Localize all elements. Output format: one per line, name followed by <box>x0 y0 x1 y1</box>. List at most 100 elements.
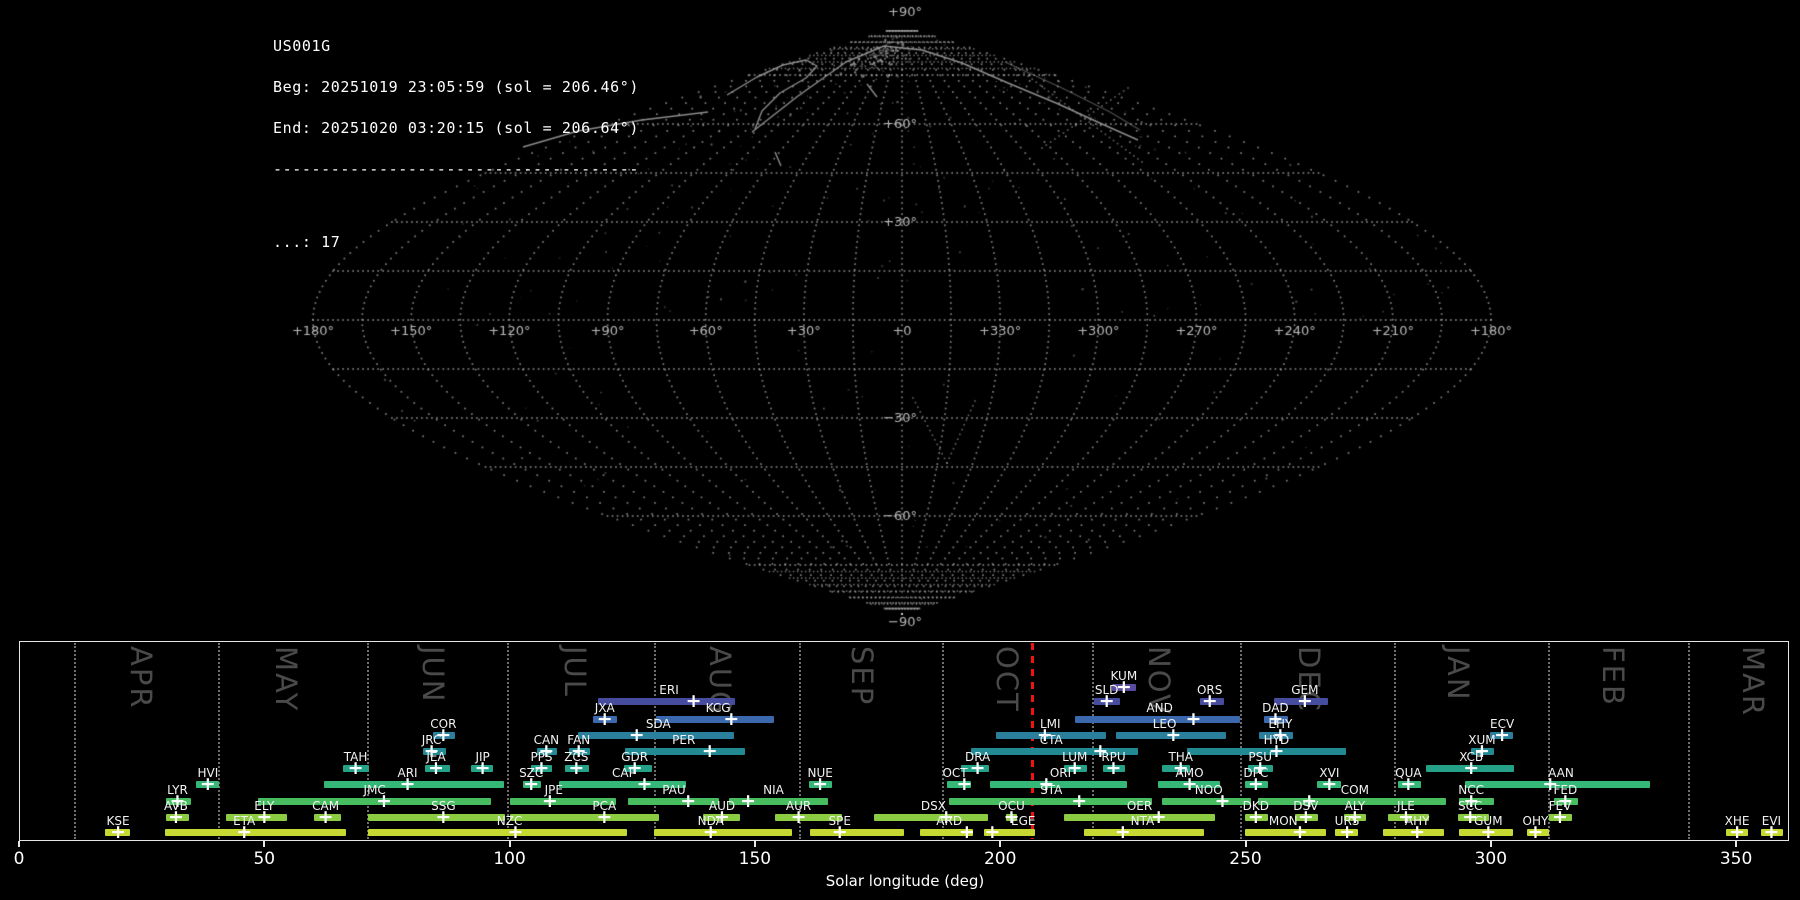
shower-bar-SPE <box>809 829 905 836</box>
x-tick-mark <box>753 841 756 847</box>
shower-label-OCU: OCU <box>998 799 1025 813</box>
shower-label-KSE: KSE <box>106 814 130 828</box>
month-label-may: MAY <box>268 646 303 713</box>
shower-label-OER: OER <box>1126 799 1153 813</box>
observation-header: US001G Beg: 20251019 23:05:59 (sol = 206… <box>273 13 639 276</box>
separator-line: -------------------------------------- <box>273 159 639 178</box>
shower-label-URS: URS <box>1334 814 1360 828</box>
shower-bar-NDA <box>653 829 793 836</box>
month-boundary-line <box>366 643 369 839</box>
shower-label-TAH: TAH <box>343 750 368 764</box>
shower-bar-MON <box>1244 829 1326 836</box>
month-boundary-line <box>507 643 510 839</box>
shower-label-AVB: AVB <box>164 799 188 813</box>
shower-label-NTA: NTA <box>1130 814 1155 828</box>
shower-label-GDR: GDR <box>621 750 649 764</box>
shower-label-CAP: CAP <box>611 766 636 780</box>
shower-label-ORS: ORS <box>1196 683 1223 697</box>
shower-label-NZC: NZC <box>496 814 523 828</box>
shower-label-FEV: FEV <box>1548 799 1572 813</box>
month-boundary-line <box>74 643 77 839</box>
month-label-apr: APR <box>124 646 159 710</box>
shower-label-AND: AND <box>1146 701 1173 715</box>
shower-label-AMO: AMO <box>1175 766 1204 780</box>
shower-label-OCT: OCT <box>942 766 968 780</box>
shower-label-ETA: ETA <box>233 814 256 828</box>
shower-label-KCG: KCG <box>705 701 731 715</box>
shower-label-AUD: AUD <box>708 799 736 813</box>
shower-label-EVI: EVI <box>1761 814 1782 828</box>
month-label-jul: JUL <box>558 646 593 698</box>
shower-label-JMC: JMC <box>363 783 386 797</box>
x-axis-title: Solar longitude (deg) <box>825 872 985 890</box>
shower-label-NDA: NDA <box>697 814 724 828</box>
begin-time: Beg: 20251019 23:05:59 (sol = 206.46°) <box>273 77 639 96</box>
shower-label-AAN: AAN <box>1548 766 1574 780</box>
month-label-jan: JAN <box>1441 646 1476 702</box>
shower-label-SCC: SCC <box>1458 799 1483 813</box>
month-label-jun: JUN <box>416 646 450 704</box>
meteor-observation-figure: US001G Beg: 20251019 23:05:59 (sol = 206… <box>0 0 1800 900</box>
shower-bar-NZC <box>368 829 627 836</box>
shower-label-SZC: SZC <box>519 766 544 780</box>
shower-label-LEO: LEO <box>1152 717 1177 731</box>
x-tick-label: 0 <box>13 849 25 869</box>
shower-label-XVI: XVI <box>1319 766 1340 780</box>
month-boundary-line <box>1688 643 1691 839</box>
shower-label-JRC: JRC <box>421 733 442 747</box>
shower-label-COR: COR <box>430 717 457 731</box>
shower-label-JLE: JLE <box>1397 799 1415 813</box>
x-tick-label: 250 <box>1229 849 1262 869</box>
shower-label-OHY: OHY <box>1522 814 1549 828</box>
shower-label-FAN: FAN <box>567 733 591 747</box>
shower-label-AHY: AHY <box>1404 814 1430 828</box>
end-time: End: 20251020 03:20:15 (sol = 206.64°) <box>273 118 639 137</box>
shower-label-DPC: DPC <box>1243 766 1269 780</box>
shower-label-HYD: HYD <box>1263 733 1290 747</box>
shower-label-PSU: PSU <box>1248 750 1273 764</box>
shower-label-ECV: ECV <box>1489 717 1515 731</box>
shower-label-JPE: JPE <box>544 783 563 797</box>
x-tick-mark <box>18 841 20 847</box>
month-label-oct: OCT <box>990 646 1024 713</box>
x-tick-label: 150 <box>738 849 772 869</box>
shower-label-NOO: NOO <box>1194 783 1223 797</box>
shower-label-FED: FED <box>1553 783 1578 797</box>
shower-label-STA: STA <box>1040 783 1063 797</box>
shower-label-THA: THA <box>1168 750 1194 764</box>
shower-label-LMI: LMI <box>1039 717 1061 731</box>
shower-label-SPE: SPE <box>828 814 851 828</box>
shower-label-EGE: EGE <box>1011 814 1036 828</box>
shower-label-ERI: ERI <box>659 683 679 697</box>
shower-label-HVI: HVI <box>197 766 219 780</box>
shower-label-ARI: ARI <box>397 766 418 780</box>
month-label-feb: FEB <box>1595 646 1630 707</box>
shower-label-JXA: JXA <box>594 701 615 715</box>
shower-label-PCA: PCA <box>592 799 617 813</box>
x-tick-label: 350 <box>1719 849 1753 869</box>
shower-label-SSG: SSG <box>431 799 456 813</box>
shower-label-NIA: NIA <box>763 783 784 797</box>
shower-label-KUM: KUM <box>1110 669 1138 683</box>
x-tick-label: 300 <box>1474 849 1508 869</box>
shower-label-NUE: NUE <box>807 766 833 780</box>
shower-label-NCC: NCC <box>1458 783 1485 797</box>
x-tick-label: 50 <box>253 849 276 869</box>
month-label-sep: SEP <box>845 646 880 707</box>
sky-map-canvas <box>0 0 1800 640</box>
x-tick-label: 100 <box>493 849 526 869</box>
shower-label-PAU: PAU <box>662 783 686 797</box>
shower-label-DSX: DSX <box>920 799 946 813</box>
shower-label-AUR: AUR <box>785 799 812 813</box>
shower-label-LYR: LYR <box>167 783 188 797</box>
shower-label-COM: COM <box>1340 783 1369 797</box>
shower-label-DRA: DRA <box>964 750 991 764</box>
station-id: US001G <box>273 37 331 56</box>
shower-label-MON: MON <box>1268 814 1298 828</box>
shower-label-ORI: ORI <box>1049 766 1072 780</box>
shower-label-XCB: XCB <box>1459 750 1484 764</box>
shower-label-CTA: CTA <box>1039 733 1063 747</box>
shower-label-SDA: SDA <box>645 717 671 731</box>
x-tick-label: 200 <box>983 849 1017 869</box>
shower-label-CAM: CAM <box>312 799 340 813</box>
